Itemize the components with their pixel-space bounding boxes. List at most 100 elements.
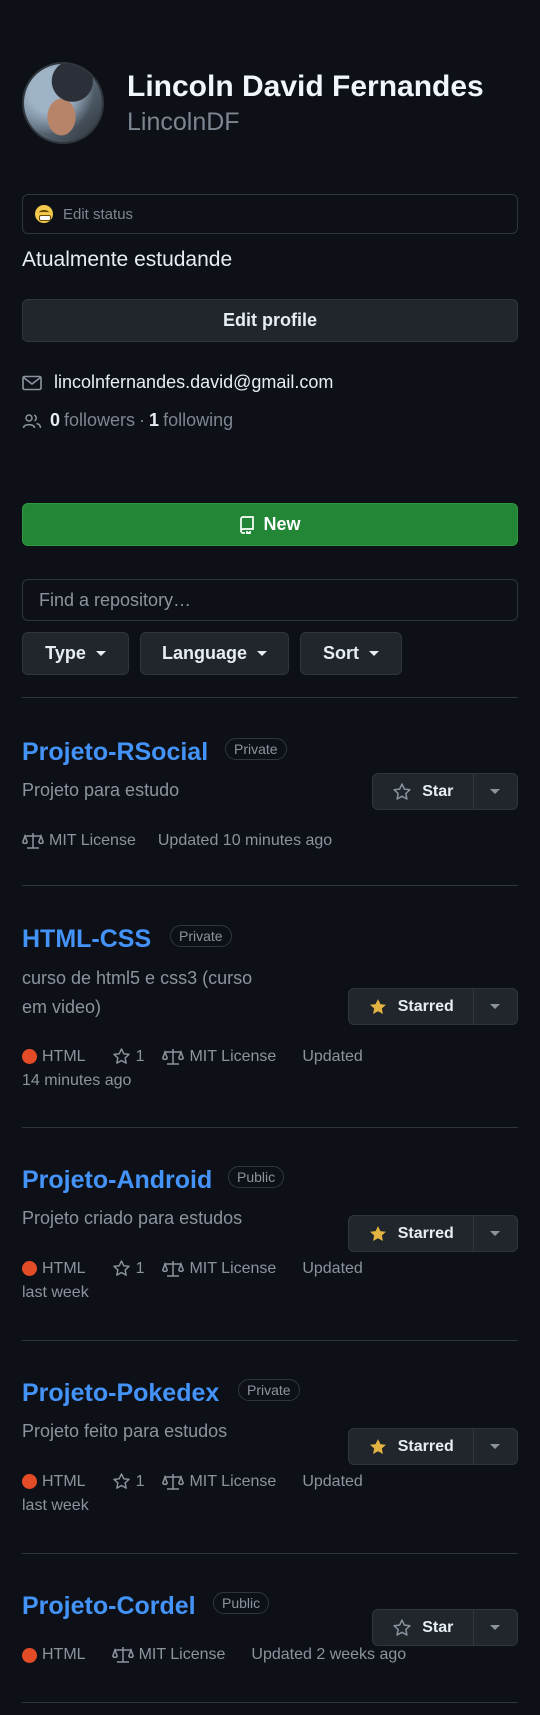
starred-label: Starred — [397, 1437, 454, 1455]
edit-status-label: Edit status — [63, 205, 134, 223]
language-color-dot — [22, 1049, 37, 1064]
star-fill-icon — [368, 1437, 388, 1457]
language-label: HTML — [42, 1646, 86, 1663]
updated-label: Updated — [302, 1472, 363, 1490]
new-repository-button[interactable]: New — [22, 503, 518, 546]
repo-meta: HTML MIT License Updated 2 weeks ago — [22, 1646, 406, 1664]
star-icon — [112, 1047, 131, 1066]
followers-label[interactable]: followers — [64, 410, 135, 431]
visibility-badge: Public — [213, 1592, 270, 1614]
language-color-dot — [22, 1474, 37, 1489]
license-label: MIT License — [189, 1259, 277, 1277]
divider — [22, 885, 518, 886]
unstar-button[interactable]: Starred — [349, 1429, 474, 1464]
repo-description: Projeto para estudo — [22, 780, 180, 800]
star-icon — [112, 1472, 131, 1491]
profile-bio: Atualmente estudande — [22, 248, 233, 271]
profile-name: Lincoln David Fernandes — [127, 70, 484, 103]
followers-count[interactable]: 0 — [50, 410, 60, 431]
description-line: curso de html5 e css3 (curso — [22, 968, 253, 988]
divider — [22, 1702, 518, 1703]
triangle-down-icon — [257, 651, 267, 656]
repo-name-link[interactable]: Projeto-Cordel — [22, 1592, 196, 1621]
stars-count: 1 — [135, 1047, 145, 1065]
repo-icon — [239, 515, 255, 534]
triangle-down-icon — [490, 1625, 501, 1630]
follow-stats: 0 followers · 1 following — [22, 410, 233, 431]
star-button[interactable]: Star — [373, 774, 474, 809]
repo-meta: HTML 1 MIT License Updated — [22, 1047, 363, 1066]
profile-username: LincolnDF — [127, 108, 240, 136]
avatar[interactable] — [22, 62, 104, 144]
language: HTML — [22, 1473, 86, 1491]
updated-time: last week — [22, 1497, 89, 1514]
starred-label: Starred — [397, 997, 454, 1015]
email-row: lincolnfernandes.david@gmail.com — [22, 372, 333, 393]
star-label: Star — [422, 1618, 454, 1636]
visibility-badge: Public — [228, 1166, 285, 1188]
repo-meta: HTML 1 MIT License Updated — [22, 1259, 363, 1278]
star-fill-icon — [368, 1224, 388, 1244]
repo-name-link[interactable]: Projeto-Pokedex — [22, 1379, 219, 1408]
star-icon — [392, 1618, 412, 1638]
star-label: Star — [422, 782, 454, 800]
type-filter-button[interactable]: Type — [22, 632, 129, 675]
unstar-button[interactable]: Starred — [349, 1216, 474, 1251]
triangle-down-icon — [490, 1004, 501, 1009]
repo-description: curso de html5 e css3 (curso em video) — [22, 964, 252, 1022]
star-list-dropdown[interactable] — [474, 1216, 517, 1251]
language-filter-button[interactable]: Language — [140, 632, 289, 675]
triangle-down-icon — [369, 651, 379, 656]
law-scale-icon — [111, 1646, 134, 1664]
new-button-label: New — [263, 514, 301, 534]
repo-description: Projeto criado para estudos — [22, 1208, 243, 1228]
edit-profile-button[interactable]: Edit profile — [22, 299, 518, 342]
updated-time: Updated 2 weeks ago — [251, 1646, 407, 1663]
email-link[interactable]: lincolnfernandes.david@gmail.com — [54, 372, 333, 393]
repo-meta: HTML 1 MIT License Updated — [22, 1472, 363, 1491]
law-scale-icon — [162, 1048, 185, 1066]
language-color-dot — [22, 1647, 37, 1663]
find-repository-input[interactable] — [22, 579, 518, 621]
star-button[interactable]: Star — [373, 1610, 474, 1645]
law-scale-icon — [162, 1260, 185, 1278]
star-list-dropdown[interactable] — [474, 989, 517, 1024]
language-label: HTML — [42, 1259, 86, 1277]
star-list-dropdown[interactable] — [474, 1610, 517, 1645]
language-label: HTML — [42, 1047, 86, 1065]
language: HTML — [22, 1048, 86, 1066]
divider — [22, 1127, 518, 1128]
language: HTML — [22, 1260, 86, 1278]
language-label: HTML — [42, 1472, 86, 1490]
repo-name-link[interactable]: Projeto-RSocial — [22, 738, 208, 767]
following-label[interactable]: following — [163, 410, 233, 431]
triangle-down-icon — [490, 1231, 501, 1236]
repo-meta: MIT License Updated 10 minutes ago — [22, 832, 332, 850]
stargazers-link[interactable]: 1 — [112, 1472, 144, 1491]
license: MIT License — [111, 1646, 225, 1664]
repo-description: Projeto feito para estudos — [22, 1421, 228, 1441]
star-button-group: Starred — [348, 1215, 518, 1252]
stargazers-link[interactable]: 1 — [112, 1047, 145, 1066]
star-icon — [392, 782, 412, 802]
visibility-badge: Private — [238, 1379, 300, 1401]
updated-label: Updated — [302, 1259, 363, 1277]
divider — [22, 697, 518, 698]
edit-status-button[interactable]: Edit status — [22, 194, 518, 234]
star-list-dropdown[interactable] — [474, 774, 517, 809]
stargazers-link[interactable]: 1 — [112, 1259, 145, 1278]
language: HTML — [22, 1646, 86, 1664]
license-label: MIT License — [189, 1472, 277, 1490]
star-list-dropdown[interactable] — [474, 1429, 517, 1464]
law-scale-icon — [162, 1473, 185, 1491]
language-filter-label: Language — [161, 643, 247, 663]
stars-count: 1 — [135, 1259, 145, 1277]
license: MIT License — [162, 1048, 276, 1066]
repo-name-link[interactable]: HTML-CSS — [22, 925, 151, 954]
repo-name-link[interactable]: Projeto-Android — [22, 1166, 212, 1195]
star-icon — [112, 1259, 131, 1278]
unstar-button[interactable]: Starred — [349, 989, 474, 1024]
type-filter-label: Type — [45, 643, 86, 663]
sort-filter-button[interactable]: Sort — [300, 632, 402, 675]
following-count[interactable]: 1 — [149, 410, 159, 431]
